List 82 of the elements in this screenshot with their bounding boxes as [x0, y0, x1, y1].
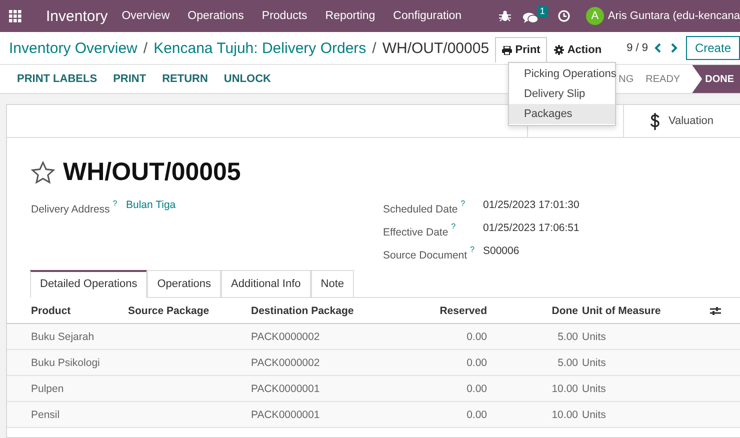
- column-header[interactable]: Reserved: [401, 304, 487, 316]
- table-row[interactable]: Pensil PACK0000001 0.00 10.00 Units: [7, 402, 740, 428]
- table-cell-text: PACK0000002: [251, 330, 321, 342]
- app-title[interactable]: Inventory: [46, 8, 108, 24]
- table-cell-text: 0.00: [466, 330, 487, 342]
- table-cell-text: Buku Sejarah: [31, 330, 96, 342]
- table-cell-text: Units: [581, 382, 607, 394]
- tab[interactable]: Additional Info: [221, 270, 311, 298]
- table-cell-text: Units: [581, 408, 607, 420]
- chat-icon[interactable]: [522, 12, 538, 24]
- table-cell-text: Pensil: [31, 408, 61, 420]
- status-step[interactable]: DONE: [692, 65, 740, 93]
- help-mark[interactable]: ?: [112, 199, 118, 208]
- breadcrumb-current: WH/OUT/00005: [382, 40, 490, 56]
- record-title: WH/OUT/00005: [63, 158, 241, 187]
- table-cell-text: Pulpen: [31, 382, 65, 394]
- clock-icon[interactable]: [558, 10, 570, 22]
- user-name[interactable]: Aris Guntara (edu-kencana: [608, 10, 740, 22]
- print-button[interactable]: Print: [495, 37, 548, 63]
- table-cell-text: Units: [581, 356, 607, 368]
- tab[interactable]: Operations: [147, 270, 222, 298]
- menu-item[interactable]: Operations: [188, 10, 244, 22]
- breadcrumb-link[interactable]: Inventory Overview: [9, 40, 138, 56]
- gear-icon[interactable]: [554, 45, 564, 55]
- action-button[interactable]: PRINT: [105, 73, 154, 85]
- field-value: S00006: [483, 245, 520, 257]
- breadcrumb-separator: /: [143, 40, 148, 56]
- table-cell-text: 0.00: [466, 356, 487, 368]
- menu-item[interactable]: Picking Operations: [509, 64, 615, 84]
- column-header[interactable]: Product: [31, 304, 128, 316]
- table-cell-text: 5.00: [556, 330, 578, 342]
- menu-item[interactable]: Delivery Slip: [509, 84, 615, 104]
- table-cell-text: 0.00: [466, 408, 487, 420]
- action-button[interactable]: PRINT LABELS: [9, 73, 106, 85]
- action-button[interactable]: UNLOCK: [216, 73, 279, 85]
- help-mark[interactable]: ?: [460, 199, 466, 208]
- table-cell-text: PACK0000001: [251, 408, 321, 420]
- menu-item[interactable]: Configuration: [393, 10, 462, 22]
- menu-item[interactable]: Packages: [509, 104, 615, 124]
- column-header[interactable]: Source Package: [128, 304, 251, 316]
- column-header[interactable]: Done: [487, 304, 578, 316]
- table-row[interactable]: Buku Sejarah PACK0000002 0.00 5.00 Units: [7, 324, 740, 350]
- table-cell-text: Units: [581, 330, 607, 342]
- dollar-icon[interactable]: [650, 112, 660, 130]
- previous-icon[interactable]: [654, 43, 662, 53]
- table-cell-text: 5.00: [556, 356, 578, 368]
- field-label: Source Document: [383, 249, 468, 262]
- help-mark[interactable]: ?: [470, 245, 474, 254]
- table-cell-text: 10.00: [550, 382, 578, 394]
- menu-item[interactable]: Products: [262, 10, 308, 22]
- create-button[interactable]: Create: [686, 36, 740, 60]
- table-cell-text: Buku Psikologi: [31, 356, 101, 368]
- column-header[interactable]: Destination Package: [251, 304, 401, 316]
- table-cell-text: 0.00: [466, 382, 487, 394]
- action-button[interactable]: RETURN: [154, 73, 216, 85]
- next-icon[interactable]: [670, 43, 678, 53]
- column-settings-icon[interactable]: [710, 306, 721, 316]
- menu-item[interactable]: Reporting: [325, 10, 376, 22]
- pager-value: 9 / 9: [626, 42, 648, 54]
- bug-icon[interactable]: [498, 10, 511, 22]
- field-label: Effective Date: [383, 226, 450, 238]
- field-link[interactable]: Bulan Tiga: [126, 199, 176, 211]
- table-cell-text: PACK0000001: [251, 382, 321, 394]
- table-row[interactable]: Pulpen PACK0000001 0.00 10.00 Units: [7, 376, 740, 402]
- table-cell-text: 10.00: [550, 408, 578, 420]
- printer-icon[interactable]: [502, 46, 512, 54]
- message-count-badge: 1: [536, 6, 548, 16]
- menu-item[interactable]: Overview: [122, 10, 170, 22]
- breadcrumb-link[interactable]: Kencana Tujuh: Delivery Orders: [154, 40, 366, 56]
- table-cell-text: PACK0000002: [251, 356, 321, 368]
- star-icon[interactable]: [31, 161, 55, 184]
- help-mark[interactable]: ?: [451, 222, 456, 231]
- table-row[interactable]: Buku Psikologi PACK0000002 0.00 5.00 Units: [7, 350, 740, 376]
- field-value: 01/25/2023 17:01:30: [483, 199, 580, 211]
- breadcrumb-separator: /: [372, 40, 376, 56]
- field-label: Delivery Address: [31, 203, 111, 216]
- tab[interactable]: Detailed Operations: [30, 270, 148, 298]
- tab[interactable]: Note: [310, 270, 354, 298]
- field-value: 01/25/2023 17:06:51: [483, 222, 580, 234]
- apps-menu-icon[interactable]: [9, 10, 22, 22]
- column-header[interactable]: Unit of Measure: [578, 304, 710, 316]
- field-label: Scheduled Date: [383, 203, 459, 216]
